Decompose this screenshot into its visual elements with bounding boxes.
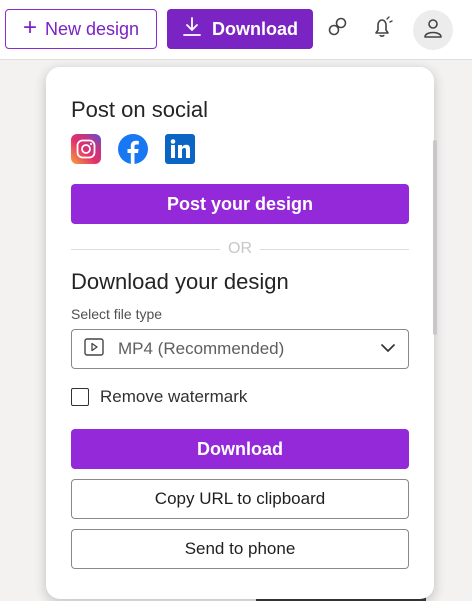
social-icons-row	[71, 134, 195, 164]
account-button[interactable]	[413, 10, 453, 50]
chevron-down-icon	[380, 340, 396, 358]
or-divider: OR	[71, 239, 409, 259]
download-panel: Post on social Post your design OR Downl…	[46, 67, 434, 599]
download-icon	[182, 16, 202, 43]
new-design-label: New design	[44, 18, 140, 39]
copy-url-button[interactable]: Copy URL to clipboard	[71, 479, 409, 519]
file-type-label: Select file type	[71, 306, 163, 322]
download-top-button[interactable]: Download	[167, 9, 313, 49]
download-top-label: Download	[212, 18, 298, 39]
send-to-phone-button[interactable]: Send to phone	[71, 529, 409, 569]
plus-icon: +	[22, 14, 37, 41]
linkedin-icon[interactable]	[165, 134, 195, 164]
download-your-design-title: Download your design	[71, 269, 289, 294]
notifications-icon	[369, 14, 395, 45]
post-on-social-title: Post on social	[71, 97, 208, 122]
remove-watermark-option[interactable]: Remove watermark	[71, 387, 247, 407]
notifications-button[interactable]	[363, 10, 401, 48]
download-button[interactable]: Download	[71, 429, 409, 469]
or-text: OR	[228, 240, 252, 257]
account-icon	[422, 17, 444, 44]
facebook-icon[interactable]	[118, 134, 148, 164]
video-icon	[84, 337, 104, 361]
top-bar: + New design Download	[0, 0, 472, 60]
file-type-value: MP4 (Recommended)	[118, 339, 285, 358]
share-button[interactable]	[319, 10, 357, 48]
new-design-button[interactable]: + New design	[5, 9, 157, 49]
post-your-design-button[interactable]: Post your design	[71, 184, 409, 224]
canvas-background	[440, 60, 472, 601]
remove-watermark-checkbox[interactable]	[71, 388, 89, 406]
remove-watermark-label: Remove watermark	[100, 387, 248, 406]
share-icon	[326, 15, 350, 44]
instagram-icon[interactable]	[71, 134, 101, 164]
panel-scrollbar[interactable]	[433, 140, 437, 335]
file-type-select[interactable]: MP4 (Recommended)	[71, 329, 409, 369]
